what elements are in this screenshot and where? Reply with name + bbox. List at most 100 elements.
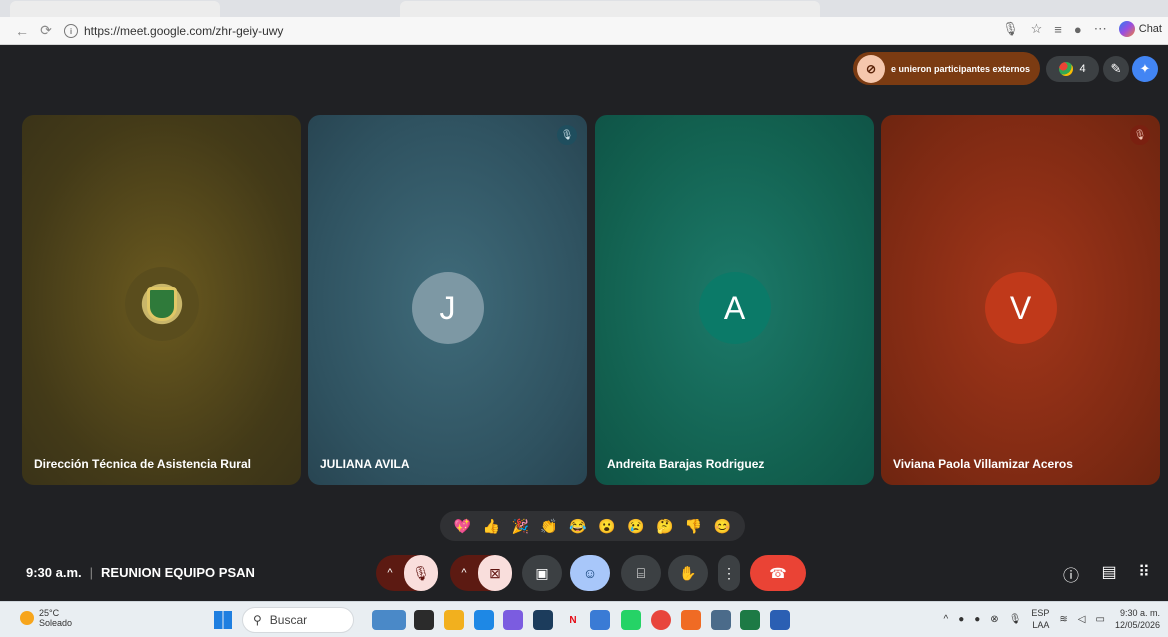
external-notice-text: e unieron participantes externos — [891, 63, 1031, 74]
mic-off-icon: 🎙 — [557, 125, 577, 145]
url-field[interactable]: i https://meet.google.com/zhr-geiy-uwy — [64, 21, 964, 41]
widgets-app-icon[interactable] — [372, 610, 406, 630]
copilot-app-icon[interactable] — [503, 610, 523, 630]
participant-name: Viviana Paola Villamizar Aceros — [893, 457, 1073, 471]
word-icon[interactable] — [770, 610, 790, 630]
search-icon: ⚲ — [253, 613, 262, 627]
excel-icon[interactable] — [740, 610, 760, 630]
more-options-button[interactable]: ⋮ — [718, 555, 740, 591]
windows-start-icon[interactable] — [214, 611, 232, 629]
raise-hand-button[interactable]: ✋ — [668, 555, 708, 591]
captions-button[interactable]: ⌸ — [621, 555, 661, 591]
reaction-thumbs-up[interactable]: 👍 — [483, 518, 500, 535]
meeting-time: 9:30 a.m. — [26, 565, 82, 580]
participant-tile[interactable]: 🎙 V Viviana Paola Villamizar Aceros — [881, 115, 1160, 485]
meet-window: ⊘ e unieron participantes externos 4 ✎ ✦… — [10, 45, 1160, 600]
no-camera-icon: ⊘ — [857, 54, 885, 83]
mic-permission-icon[interactable]: 🎙 — [1002, 21, 1019, 37]
bluetooth-icon[interactable]: ⊗ — [990, 614, 998, 625]
participant-tile[interactable]: 🎙 J JULIANA AVILA — [308, 115, 587, 485]
calculator-icon[interactable] — [711, 610, 731, 630]
browser-tab[interactable] — [10, 1, 220, 17]
more-options-icon[interactable]: ⋯ — [1094, 21, 1107, 37]
mic-off-button[interactable]: 🎙 — [404, 555, 438, 591]
search-label: Buscar — [269, 613, 308, 627]
clock-date: 12/05/2026 — [1114, 620, 1160, 630]
chat-label: Chat — [1138, 23, 1162, 35]
mic-icon[interactable]: 🎙 — [1009, 614, 1022, 625]
avatar: J — [411, 272, 484, 344]
participant-tile[interactable]: Dirección Técnica de Asistencia Rural — [22, 115, 301, 485]
browser-toolbar: 🎙 ☆ ≡ ● ⋯ Chat — [1002, 21, 1162, 37]
weather-widget[interactable]: 25°C Soleado — [20, 608, 72, 628]
weather-condition: Soleado — [39, 618, 73, 628]
file-explorer-icon[interactable] — [444, 610, 464, 630]
brave-icon[interactable] — [681, 610, 701, 630]
effects-wand-icon[interactable]: ✎ — [1103, 56, 1129, 82]
lang-code: ESP — [1031, 608, 1050, 618]
chevron-up-icon[interactable]: ^ — [944, 614, 949, 625]
favorite-star-icon[interactable]: ☆ — [1031, 21, 1043, 37]
mic-off-icon: 🎙 — [1130, 125, 1150, 145]
reaction-party[interactable]: 🎉 — [512, 518, 529, 535]
avatar: A — [698, 272, 771, 344]
site-info-icon[interactable]: i — [64, 24, 78, 38]
reaction-thinking[interactable]: 🤔 — [656, 518, 673, 535]
reaction-sad[interactable]: 😢 — [627, 518, 644, 535]
organization-logo — [124, 267, 199, 341]
reaction-laugh[interactable]: 😂 — [569, 518, 586, 535]
edge-active-icon[interactable] — [590, 610, 610, 630]
present-screen-button[interactable]: ▣ — [522, 555, 562, 591]
chrome-icon[interactable] — [651, 610, 671, 630]
camera-off-button[interactable]: ⊠ — [478, 555, 512, 591]
edge-browser-icon[interactable] — [474, 610, 494, 630]
participant-name: Dirección Técnica de Asistencia Rural — [34, 457, 251, 471]
reaction-heart[interactable]: 💖 — [454, 518, 471, 535]
gemini-icon[interactable]: ✦ — [1132, 56, 1158, 82]
sun-icon — [20, 611, 34, 625]
reaction-clap[interactable]: 👏 — [540, 518, 557, 535]
meeting-info: 9:30 a.m. | REUNION EQUIPO PSAN — [26, 565, 255, 580]
task-view-icon[interactable] — [414, 610, 434, 630]
camera-options-chevron-icon[interactable]: ^ — [450, 567, 478, 579]
tray-app-icon[interactable]: ● — [958, 614, 964, 625]
tray-app-icon[interactable]: ● — [974, 614, 980, 625]
people-button[interactable]: 4 — [1046, 56, 1099, 82]
language-indicator[interactable]: ESP LAA — [1031, 607, 1049, 631]
reload-icon[interactable]: ⟳ — [36, 22, 56, 39]
favorites-list-icon[interactable]: ≡ — [1054, 22, 1062, 37]
store-app-icon[interactable] — [533, 610, 553, 630]
emoji-reactions-button[interactable]: ☺ — [570, 555, 610, 591]
browser-tab[interactable] — [400, 1, 820, 17]
mic-control-group: ^ 🎙 — [376, 555, 438, 591]
address-bar-row: ← ⟳ i https://meet.google.com/zhr-geiy-u… — [0, 17, 1168, 45]
netflix-icon[interactable]: N — [563, 610, 583, 630]
back-icon[interactable]: ← — [12, 23, 32, 39]
participant-tile[interactable]: A Andreita Barajas Rodriguez — [595, 115, 874, 485]
copilot-chat-button[interactable]: Chat — [1118, 21, 1162, 37]
participants-icon — [1059, 62, 1074, 76]
people-count: 4 — [1079, 63, 1086, 75]
mic-options-chevron-icon[interactable]: ^ — [376, 567, 404, 579]
reaction-more[interactable]: 😊 — [714, 518, 731, 535]
wifi-icon[interactable]: ≋ — [1059, 614, 1067, 625]
whatsapp-icon[interactable] — [621, 610, 641, 630]
participant-name: JULIANA AVILA — [320, 457, 410, 471]
reaction-bar: 💖 👍 🎉 👏 😂 😮 😢 🤔 👎 😊 — [440, 511, 745, 541]
external-participants-notice[interactable]: ⊘ e unieron participantes externos — [853, 52, 1040, 85]
chat-icon[interactable]: ▤ — [1097, 562, 1121, 582]
clock-time: 9:30 a. m. — [1119, 608, 1160, 618]
taskbar-search[interactable]: ⚲ Buscar — [242, 607, 354, 633]
separator: | — [89, 565, 94, 580]
battery-icon[interactable]: ▭ — [1096, 614, 1105, 625]
profile-icon[interactable]: ● — [1074, 22, 1082, 37]
volume-icon[interactable]: ◁ — [1078, 614, 1086, 625]
activities-icon[interactable]: ⠿ — [1132, 562, 1156, 582]
windows-taskbar: 25°C Soleado ⚲ Buscar N ^ ● ● ⊗ 🎙 ESP LA… — [0, 601, 1168, 637]
reaction-thumbs-down[interactable]: 👎 — [685, 518, 702, 535]
lang-layout: LAA — [1032, 620, 1050, 630]
leave-call-button[interactable]: ☎ — [750, 555, 806, 591]
reaction-surprised[interactable]: 😮 — [598, 518, 615, 535]
clock[interactable]: 9:30 a. m. 12/05/2026 — [1115, 607, 1160, 631]
meeting-details-icon[interactable]: ⓘ — [1059, 562, 1083, 586]
